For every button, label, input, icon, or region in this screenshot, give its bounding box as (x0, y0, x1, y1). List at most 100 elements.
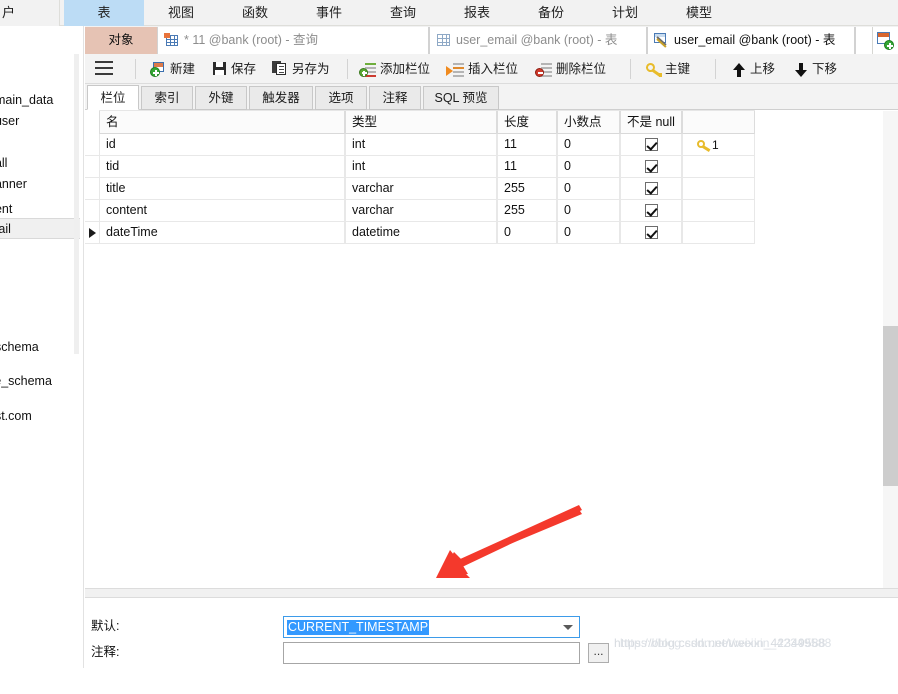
designer-sub-tab[interactable]: 索引 (141, 86, 193, 110)
not-null-checkbox[interactable] (645, 226, 658, 239)
not-null-checkbox[interactable] (645, 204, 658, 217)
field-type-cell[interactable]: varchar (345, 178, 497, 199)
field-name-cell[interactable]: dateTime (99, 222, 345, 243)
sidebar-item[interactable]: ce_schema (0, 371, 80, 392)
not-null-checkbox[interactable] (645, 138, 658, 151)
sidebar-item[interactable]: ost.com (0, 406, 80, 427)
table-row[interactable]: dateTimedatetime00 (85, 222, 755, 244)
sidebar-item[interactable]: _main_data (0, 90, 80, 111)
vertical-scrollbar-thumb[interactable] (883, 326, 898, 486)
designer-sub-tab[interactable]: 触发器 (249, 86, 313, 110)
field-decimals-cell[interactable]: 0 (557, 134, 620, 155)
field-notnull-cell[interactable] (620, 200, 682, 221)
new-connection-icon[interactable] (872, 27, 898, 54)
field-key-cell[interactable] (682, 222, 755, 243)
field-length-cell[interactable]: 11 (497, 134, 557, 155)
fields-grid-column-header[interactable]: 不是 null (620, 111, 682, 134)
save-button[interactable]: 保存 (211, 58, 256, 80)
table-row[interactable]: contentvarchar2550 (85, 200, 755, 222)
sidebar-item[interactable]: _all (0, 153, 80, 174)
field-type-cell[interactable]: datetime (345, 222, 497, 243)
field-name-cell[interactable]: id (99, 134, 345, 155)
designer-sub-tab[interactable]: 外键 (195, 86, 247, 110)
table-row[interactable]: idint110 1 (85, 134, 755, 156)
field-length-cell[interactable]: 255 (497, 200, 557, 221)
document-tab-table-data[interactable]: user_email @bank (root) - 表 (429, 27, 647, 54)
field-notnull-cell[interactable] (620, 178, 682, 199)
field-length-cell[interactable]: 0 (497, 222, 557, 243)
fields-grid-column-header[interactable] (682, 111, 755, 134)
sidebar-item[interactable]: banner (0, 174, 80, 195)
comment-expand-button[interactable]: ... (588, 643, 609, 663)
primary-key-button[interactable]: 主键 (645, 58, 690, 80)
field-decimals-cell[interactable]: 0 (557, 222, 620, 243)
fields-grid-column-header[interactable]: 名 (99, 111, 345, 134)
move-up-button[interactable]: 上移 (730, 58, 775, 80)
field-decimals-cell-text: 0 (564, 225, 571, 239)
field-key-cell[interactable] (682, 156, 755, 177)
field-name-cell[interactable]: tid (99, 156, 345, 177)
designer-sub-tab[interactable]: 栏位 (87, 85, 139, 110)
ribbon-tab-0[interactable]: 表 (64, 0, 144, 26)
field-name-cell[interactable]: title (99, 178, 345, 199)
sidebar-item[interactable]: _schema (0, 337, 80, 358)
designer-sub-tab[interactable]: 选项 (315, 86, 367, 110)
field-decimals-cell[interactable]: 0 (557, 200, 620, 221)
move-down-button[interactable]: 下移 (792, 58, 837, 80)
properties-splitter[interactable] (85, 588, 898, 598)
field-length-cell[interactable]: 11 (497, 156, 557, 177)
sidebar-item[interactable]: gent (0, 199, 80, 220)
fields-grid-column-header[interactable]: 小数点 (557, 111, 620, 134)
ribbon-tab-8[interactable]: 模型 (662, 0, 736, 26)
field-key-cell[interactable]: 1 (682, 134, 755, 155)
document-tab-query[interactable]: * 11 @bank (root) - 查询 (157, 27, 429, 54)
designer-sub-tab[interactable]: SQL 预览 (423, 86, 499, 110)
sidebar-item[interactable]: all (0, 132, 80, 153)
navigation-sidebar[interactable]: _main_data_userall _allbanner gentmail _sch… (0, 26, 80, 668)
field-type-cell[interactable]: varchar (345, 200, 497, 221)
ribbon-tab-4[interactable]: 查询 (366, 0, 440, 26)
primary-key-icon[interactable]: 1 (697, 137, 723, 153)
objects-tab[interactable]: 对象 (85, 27, 157, 54)
new-button[interactable]: 新建 (150, 58, 195, 80)
ribbon-tab-1[interactable]: 视图 (144, 0, 218, 26)
field-notnull-cell[interactable] (620, 156, 682, 177)
field-decimals-cell[interactable]: 0 (557, 178, 620, 199)
hamburger-menu-icon[interactable] (95, 61, 113, 75)
field-name-cell[interactable]: content (99, 200, 345, 221)
save-as-button[interactable]: 另存为 (272, 58, 330, 80)
ribbon-tab-7[interactable]: 计划 (588, 0, 662, 26)
field-notnull-cell[interactable] (620, 222, 682, 243)
ribbon-tab-3[interactable]: 事件 (292, 0, 366, 26)
fields-grid[interactable]: 名类型长度小数点不是 null idint1101tidint110titlev… (85, 110, 898, 588)
sidebar-item[interactable]: mail (0, 218, 80, 239)
sidebar-splitter[interactable] (80, 26, 84, 668)
table-row[interactable]: tidint110 (85, 156, 755, 178)
sidebar-item-label: all (0, 135, 1, 149)
field-type-cell[interactable]: int (345, 156, 497, 177)
document-tab-table-design[interactable]: user_email @bank (root) - 表 (647, 27, 855, 54)
field-length-cell[interactable]: 255 (497, 178, 557, 199)
fields-grid-column-header[interactable]: 长度 (497, 111, 557, 134)
not-null-checkbox[interactable] (645, 160, 658, 173)
field-key-cell[interactable] (682, 178, 755, 199)
field-key-cell[interactable] (682, 200, 755, 221)
delete-field-button[interactable]: 删除栏位 (536, 58, 606, 80)
ribbon-tab-6[interactable]: 备份 (514, 0, 588, 26)
table-row[interactable]: titlevarchar2550 (85, 178, 755, 200)
add-field-button[interactable]: 添加栏位 (360, 58, 430, 80)
field-type-cell[interactable]: int (345, 134, 497, 155)
not-null-checkbox[interactable] (645, 182, 658, 195)
field-notnull-cell[interactable] (620, 134, 682, 155)
comment-input[interactable] (283, 642, 580, 664)
ribbon-tab-5[interactable]: 报表 (440, 0, 514, 26)
designer-sub-tab[interactable]: 注释 (369, 86, 421, 110)
fields-grid-column-header[interactable]: 类型 (345, 111, 497, 134)
ribbon-tab-2[interactable]: 函数 (218, 0, 292, 26)
chevron-down-icon[interactable] (563, 625, 573, 630)
sidebar-item[interactable]: _user (0, 111, 80, 132)
insert-field-button[interactable]: 插入栏位 (448, 58, 518, 80)
sidebar-scrollbar[interactable] (74, 54, 79, 354)
field-decimals-cell[interactable]: 0 (557, 156, 620, 177)
default-value-combobox[interactable]: CURRENT_TIMESTAMP (283, 616, 580, 638)
